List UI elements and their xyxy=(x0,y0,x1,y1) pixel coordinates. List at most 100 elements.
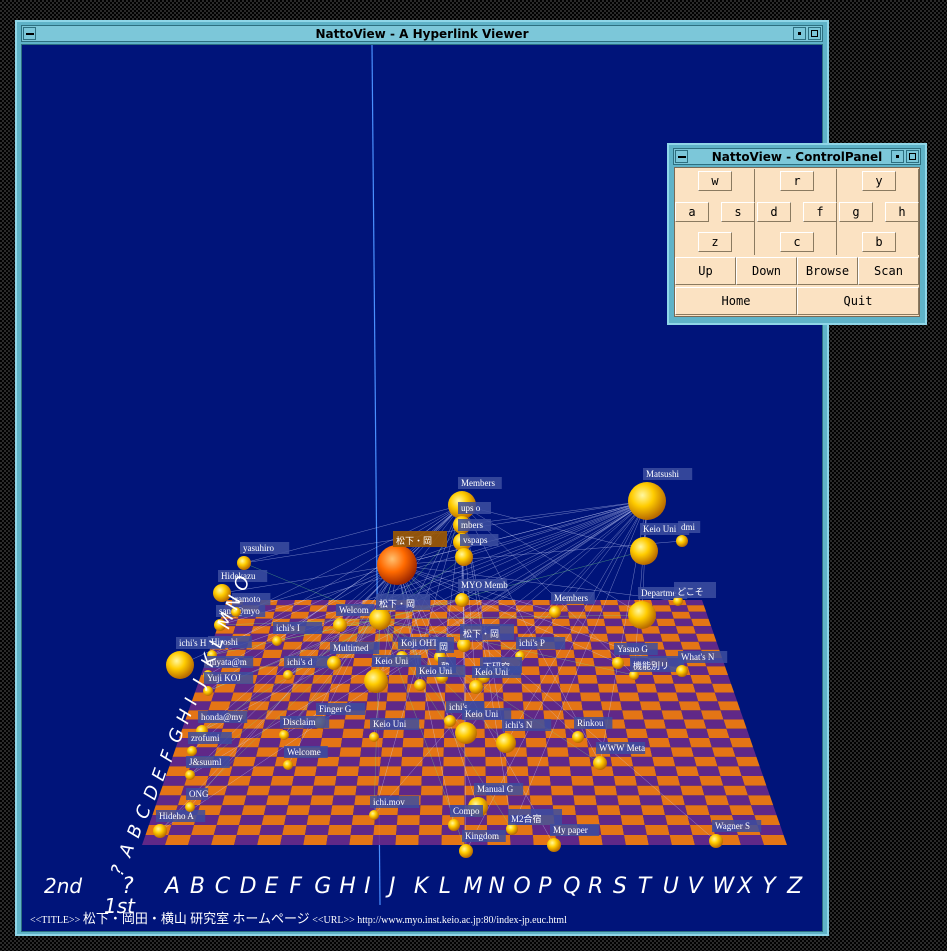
floor-tile xyxy=(233,683,256,693)
key-g-button[interactable]: g xyxy=(839,202,873,222)
floor-tile xyxy=(729,738,754,748)
key-b-button[interactable]: b xyxy=(862,232,896,252)
quit-button[interactable]: Quit xyxy=(797,287,919,315)
floor-tile xyxy=(580,692,601,702)
floor-tile xyxy=(699,776,724,786)
control-panel-body: w a s z r d f c y g h b Up Down Browse S… xyxy=(674,167,920,317)
floor-tile xyxy=(292,776,316,786)
up-button[interactable]: Up xyxy=(675,257,736,285)
floor-tile xyxy=(654,611,674,619)
key-w-button[interactable]: w xyxy=(698,171,732,191)
node-label: Keio Uni xyxy=(419,666,453,676)
window-menu-button[interactable] xyxy=(23,27,36,40)
floor-tile xyxy=(682,795,707,806)
main-window-title: NattoView - A Hyperlink Viewer xyxy=(315,26,529,41)
floor-tile xyxy=(669,835,695,845)
floor-tile xyxy=(685,805,710,816)
browse-button[interactable]: Browse xyxy=(797,257,858,285)
key-r-button[interactable]: r xyxy=(780,171,814,191)
main-titlebar[interactable]: NattoView - A Hyperlink Viewer xyxy=(21,25,823,42)
floor-tile xyxy=(663,719,687,729)
floor-tile xyxy=(729,805,755,816)
key-f-button[interactable]: f xyxy=(803,202,837,222)
maximize-button[interactable] xyxy=(808,27,821,40)
control-panel-titlebar[interactable]: NattoView - ControlPanel xyxy=(673,148,921,165)
floor-tile xyxy=(670,747,694,757)
cp-minimize-button[interactable] xyxy=(891,150,904,163)
floor-tile xyxy=(757,825,784,835)
minimize-button[interactable] xyxy=(793,27,806,40)
key-s-button[interactable]: s xyxy=(721,202,755,222)
url-tag: <<URL>> xyxy=(312,915,355,926)
floor-tile xyxy=(573,795,597,806)
floor-tile xyxy=(633,766,657,776)
key-c-button[interactable]: c xyxy=(780,232,814,252)
floor-tile xyxy=(567,605,586,612)
floor-tile xyxy=(688,738,712,748)
node-label: Welcome xyxy=(287,747,321,757)
floor-tile xyxy=(689,825,716,835)
down-button[interactable]: Down xyxy=(736,257,797,285)
floor-tile xyxy=(704,795,730,806)
node-sphere xyxy=(459,844,473,858)
node-sphere xyxy=(593,756,607,770)
node-label: J&suuml xyxy=(189,757,222,767)
floor-tile xyxy=(656,776,681,786)
floor-tile xyxy=(701,785,727,796)
floor-tile xyxy=(637,785,661,796)
key-a-button[interactable]: a xyxy=(675,202,709,222)
floor-tile xyxy=(624,633,645,642)
floor-tile xyxy=(576,666,597,675)
node-label: ichi's I xyxy=(276,623,300,633)
floor-tile xyxy=(308,805,333,816)
floor-tile xyxy=(593,785,618,796)
floor-tile xyxy=(578,683,600,693)
floor-tile xyxy=(555,649,575,658)
node-label: My paper xyxy=(553,825,588,835)
key-h-button[interactable]: h xyxy=(885,202,919,222)
floor-tile xyxy=(396,825,420,835)
floor-tile xyxy=(706,728,730,738)
floor-tile xyxy=(680,641,702,650)
floor-tile xyxy=(418,825,442,835)
floor-tile xyxy=(443,766,465,776)
floor-tile xyxy=(211,692,234,702)
key-y-button[interactable]: y xyxy=(862,171,896,191)
node-label: Keio Uni xyxy=(375,656,409,666)
control-panel-window: NattoView - ControlPanel w a s z r d f c… xyxy=(667,143,927,325)
cp-window-menu-button[interactable] xyxy=(675,150,688,163)
cp-maximize-button[interactable] xyxy=(906,150,919,163)
node-label: Kingdom xyxy=(465,831,499,841)
floor-tile xyxy=(442,776,465,786)
floor-tile xyxy=(561,701,583,711)
action-row: Up Down Browse Scan xyxy=(675,257,919,285)
floor-tile xyxy=(639,795,663,806)
key-z-button[interactable]: z xyxy=(698,232,732,252)
scan-button[interactable]: Scan xyxy=(858,257,919,285)
floor-tile xyxy=(259,825,285,835)
floor-tile xyxy=(676,692,699,702)
floor-tile xyxy=(652,756,676,767)
floor-tile xyxy=(506,766,529,776)
node-label: ichi's N xyxy=(505,720,533,730)
x-axis-letter: G xyxy=(314,874,331,899)
home-button[interactable]: Home xyxy=(675,287,797,315)
node-sphere xyxy=(187,746,197,756)
x-axis-letter: F xyxy=(289,874,302,899)
floor-tile xyxy=(600,701,623,711)
floor-tile xyxy=(698,641,720,650)
floor-tile xyxy=(421,766,444,776)
floor-tile xyxy=(569,766,593,776)
node-label: ichi's d xyxy=(287,657,313,667)
key-d-button[interactable]: d xyxy=(757,202,791,222)
floor-tile xyxy=(529,785,552,796)
floor-tile xyxy=(244,795,269,806)
floor-tile xyxy=(599,825,624,835)
floor-tile xyxy=(550,785,574,796)
menu-bar-icon xyxy=(677,155,686,158)
floor-tile xyxy=(329,815,353,825)
floor-tile xyxy=(219,805,244,816)
floor-tile xyxy=(668,738,692,748)
floor-tile xyxy=(709,738,733,748)
floor-tile xyxy=(303,835,328,845)
